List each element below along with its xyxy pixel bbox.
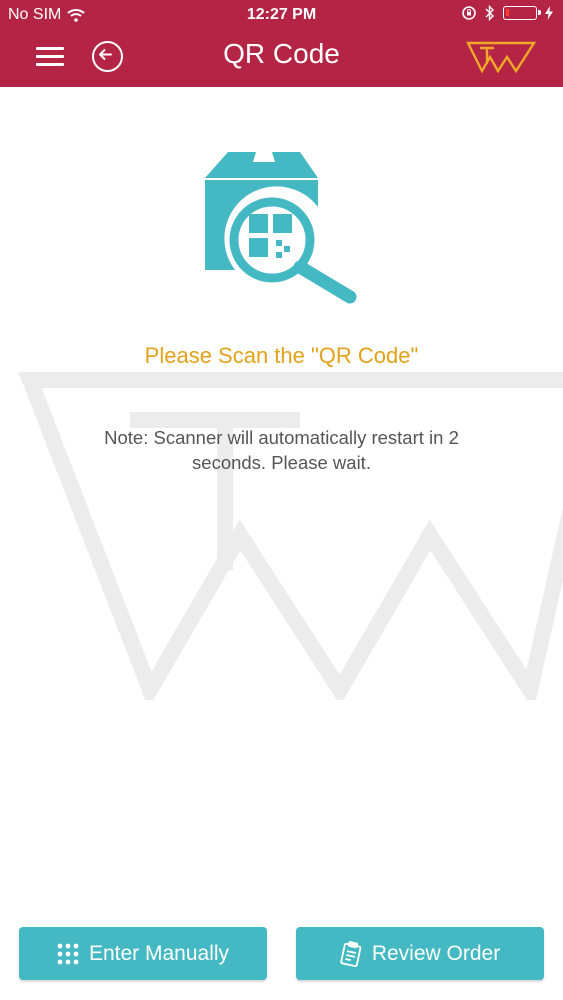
enter-manually-button[interactable]: Enter Manually [19,927,267,980]
review-order-label: Review Order [371,941,501,965]
nav-bar: QR Code [0,30,563,87]
status-right [461,5,553,21]
bluetooth-icon [485,5,494,21]
orientation-lock-icon [462,6,476,20]
clipboard-icon [340,940,362,967]
review-order-button[interactable]: Review Order [296,927,544,980]
enter-manually-label: Enter Manually [88,941,230,965]
restart-note: Note: Scanner will automatically restart… [104,427,459,473]
app-header: No SIM 12:27 PM QR Code [0,0,563,87]
keypad-icon [57,943,79,964]
brand-logo-icon [466,41,536,74]
battery-icon [503,6,541,20]
status-bar: No SIM 12:27 PM [0,0,563,30]
box-qr-search-icon [205,152,357,304]
charging-bolt-icon [545,6,553,20]
scan-prompt: Please Scan the "QR Code" [144,343,419,368]
watermark-logo [18,372,563,700]
